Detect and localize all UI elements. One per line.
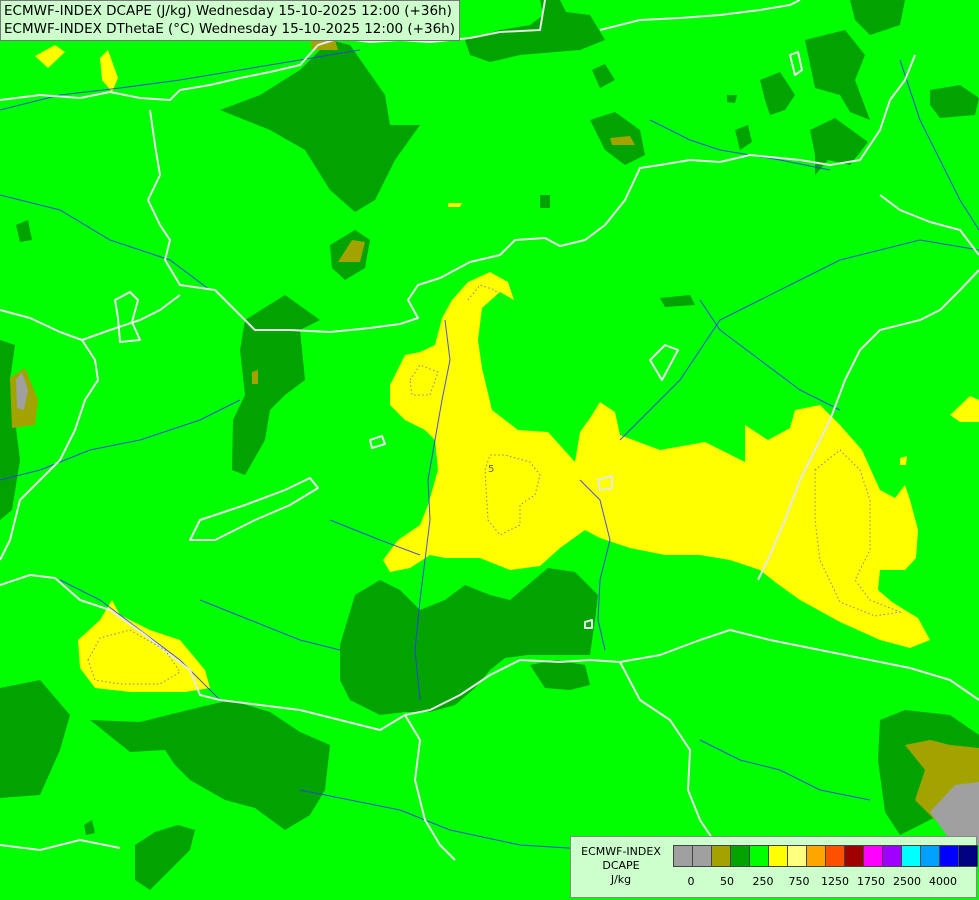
legend-tick-label: 0 xyxy=(687,875,695,888)
map-view: 5 ECMWF-INDEX DCAPE (J/kg) Wednesday 15-… xyxy=(0,0,979,900)
legend-swatch xyxy=(920,845,940,867)
legend-swatch xyxy=(958,845,978,867)
legend-tick-label: 1750 xyxy=(857,875,885,888)
legend-swatch xyxy=(901,845,921,867)
legend-tick-label: 50 xyxy=(720,875,734,888)
contour-label: 5 xyxy=(488,464,494,475)
legend-tick-label: 4000 xyxy=(929,875,957,888)
dcape-map: 5 xyxy=(0,0,979,900)
legend-swatch xyxy=(768,845,788,867)
legend-swatch xyxy=(806,845,826,867)
color-legend: ECMWF-INDEX DCAPE J/kg 0 50 250 750 1250 1750… xyxy=(570,836,978,898)
legend-swatch xyxy=(863,845,883,867)
legend-tick-label: 750 xyxy=(788,875,810,888)
legend-title-unit: J/kg xyxy=(610,873,632,886)
legend-swatch xyxy=(825,845,845,867)
legend-ticks: 0 50 250 750 1250 1750 2500 4000 xyxy=(673,875,973,889)
legend-title-model: ECMWF-INDEX xyxy=(581,845,661,858)
legend-swatch xyxy=(692,845,712,867)
map-title: ECMWF-INDEX DCAPE (J/kg) Wednesday 15-10… xyxy=(0,0,460,41)
legend-title: ECMWF-INDEX DCAPE J/kg xyxy=(571,845,671,887)
legend-swatch xyxy=(939,845,959,867)
legend-title-param: DCAPE xyxy=(602,859,640,872)
title-line-dthetae: ECMWF-INDEX DThetaE (°C) Wednesday 15-10… xyxy=(4,21,455,37)
legend-tick-label: 1250 xyxy=(821,875,849,888)
legend-swatch xyxy=(730,845,750,867)
legend-tick-label: 2500 xyxy=(893,875,921,888)
legend-tick-label: 250 xyxy=(752,875,774,888)
legend-swatch xyxy=(673,845,693,867)
legend-swatch xyxy=(787,845,807,867)
title-line-dcape: ECMWF-INDEX DCAPE (J/kg) Wednesday 15-10… xyxy=(4,3,452,19)
legend-swatch xyxy=(882,845,902,867)
legend-swatch xyxy=(749,845,769,867)
legend-swatches xyxy=(673,845,978,867)
legend-swatch xyxy=(711,845,731,867)
legend-swatch xyxy=(844,845,864,867)
